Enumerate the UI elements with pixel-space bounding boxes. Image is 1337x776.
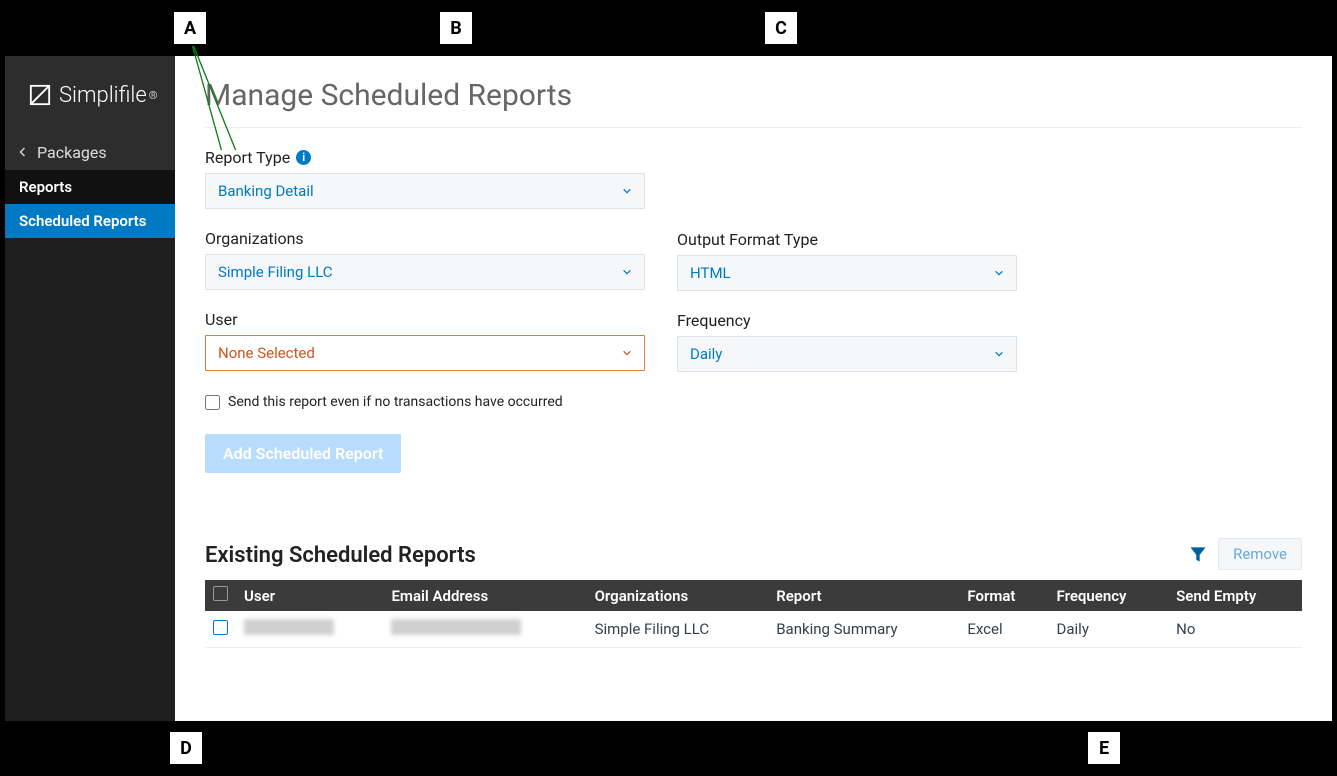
callout-marker-d: D <box>168 730 204 766</box>
chevron-down-icon <box>994 349 1004 359</box>
content: Manage Scheduled Reports Report Type i B… <box>175 56 1332 721</box>
select-report-type[interactable]: Banking Detail <box>205 173 645 209</box>
col-email[interactable]: Email Address <box>383 580 586 611</box>
remove-button[interactable]: Remove <box>1218 538 1302 570</box>
select-frequency[interactable]: Daily <box>677 336 1017 372</box>
brand-reg-mark: ® <box>149 89 158 102</box>
cell-send-empty: No <box>1168 611 1302 648</box>
filter-icon[interactable] <box>1188 544 1208 564</box>
spacer <box>677 148 1037 210</box>
col-format[interactable]: Format <box>959 580 1048 611</box>
chevron-down-icon <box>994 268 1004 278</box>
select-value: Daily <box>690 345 722 363</box>
col-user[interactable]: User <box>236 580 383 611</box>
brand-name: Simplifile <box>59 83 147 108</box>
chevron-down-icon <box>622 267 632 277</box>
table-row[interactable]: Simple Filing LLC Banking Summary Excel … <box>205 611 1302 648</box>
chevron-down-icon <box>622 348 632 358</box>
cell-user <box>236 611 383 648</box>
info-icon[interactable]: i <box>296 150 311 165</box>
send-empty-checkbox[interactable] <box>205 395 220 410</box>
send-empty-row[interactable]: Send this report even if no transactions… <box>205 394 1302 410</box>
callout-marker-e: E <box>1086 730 1122 766</box>
brand: Simplifile® <box>5 56 175 134</box>
cell-format: Excel <box>959 611 1048 648</box>
add-scheduled-report-button[interactable]: Add Scheduled Report <box>205 434 401 473</box>
page-title: Manage Scheduled Reports <box>205 78 1302 113</box>
cell-email <box>383 611 586 648</box>
app-frame: Simplifile® Packages Reports Scheduled R… <box>5 56 1332 721</box>
form-grid: Report Type i Banking Detail Organizatio… <box>205 148 1302 372</box>
select-organizations[interactable]: Simple Filing LLC <box>205 254 645 290</box>
form-col-left: Report Type i Banking Detail Organizatio… <box>205 148 645 372</box>
sidebar-item-label: Reports <box>19 178 72 196</box>
select-value: HTML <box>690 264 731 282</box>
header-check-all[interactable] <box>205 580 236 611</box>
field-label: Frequency <box>677 311 1037 330</box>
col-frequency[interactable]: Frequency <box>1049 580 1169 611</box>
field-user: User None Selected <box>205 310 645 371</box>
col-organizations[interactable]: Organizations <box>587 580 769 611</box>
callout-marker-c: C <box>763 10 799 46</box>
field-output-format: Output Format Type HTML <box>677 230 1037 291</box>
select-output-format[interactable]: HTML <box>677 255 1017 291</box>
content-wrap: Manage Scheduled Reports Report Type i B… <box>175 56 1332 721</box>
field-organizations: Organizations Simple Filing LLC <box>205 229 645 290</box>
row-checkbox[interactable] <box>213 620 228 635</box>
existing-table: User Email Address Organizations Report … <box>205 580 1302 648</box>
chevron-down-icon <box>622 186 632 196</box>
select-value: None Selected <box>218 344 315 362</box>
nav-back-packages[interactable]: Packages <box>5 134 175 170</box>
chevron-left-icon <box>17 146 29 158</box>
brand-logo-icon <box>29 84 51 106</box>
field-frequency: Frequency Daily <box>677 311 1037 372</box>
sidebar-item-reports[interactable]: Reports <box>5 170 175 204</box>
select-user[interactable]: None Selected <box>205 335 645 371</box>
cell-organizations: Simple Filing LLC <box>587 611 769 648</box>
cell-frequency: Daily <box>1049 611 1169 648</box>
sidebar-item-scheduled-reports[interactable]: Scheduled Reports <box>5 204 175 238</box>
col-send-empty[interactable]: Send Empty <box>1168 580 1302 611</box>
table-controls: Remove <box>1188 538 1302 570</box>
field-label: User <box>205 310 645 329</box>
callout-marker-b: B <box>438 10 474 46</box>
checkbox-label: Send this report even if no transactions… <box>228 394 563 410</box>
nav-back-label: Packages <box>37 143 107 162</box>
form-col-right: Output Format Type HTML Frequency Daily <box>677 148 1037 372</box>
table-header-row: User Email Address Organizations Report … <box>205 580 1302 611</box>
select-value: Banking Detail <box>218 182 314 200</box>
field-label: Output Format Type <box>677 230 1037 249</box>
col-report[interactable]: Report <box>768 580 959 611</box>
existing-title: Existing Scheduled Reports <box>205 543 1302 568</box>
cell-report: Banking Summary <box>768 611 959 648</box>
field-label: Report Type i <box>205 148 645 167</box>
select-value: Simple Filing LLC <box>218 263 333 281</box>
field-label: Organizations <box>205 229 645 248</box>
sidebar: Simplifile® Packages Reports Scheduled R… <box>5 56 175 721</box>
field-report-type: Report Type i Banking Detail <box>205 148 645 209</box>
divider <box>205 127 1302 128</box>
sidebar-item-label: Scheduled Reports <box>19 212 146 230</box>
checkbox-icon <box>213 586 228 601</box>
callout-marker-a: A <box>172 10 208 46</box>
